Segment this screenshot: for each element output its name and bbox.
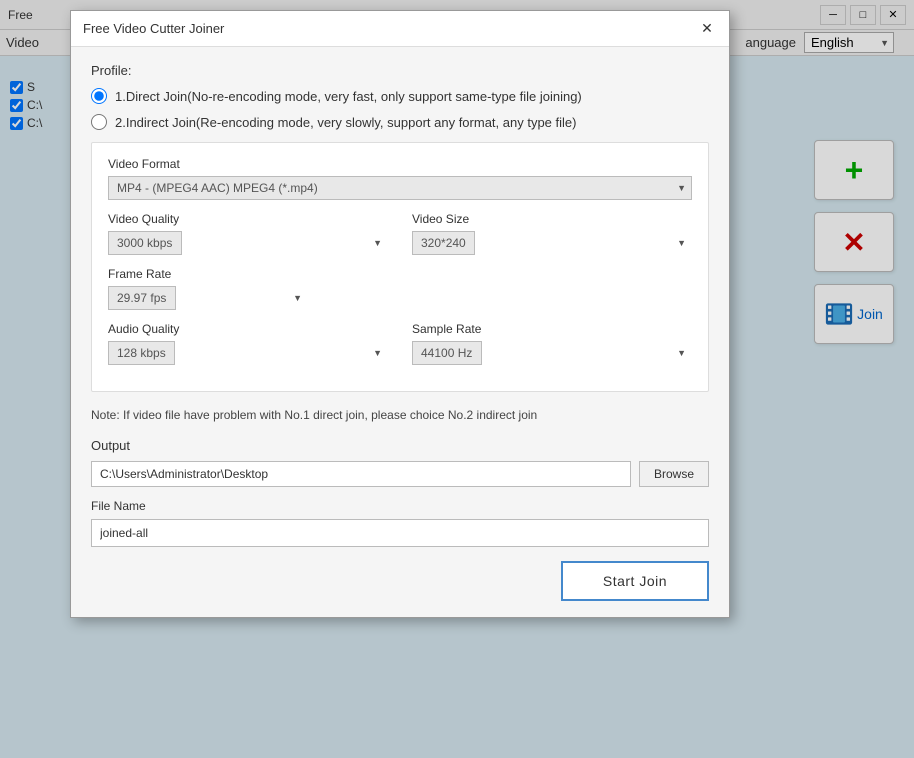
video-format-select-wrapper[interactable]: MP4 - (MPEG4 AAC) MPEG4 (*.mp4) [108, 176, 692, 200]
output-section: Output Browse File Name [91, 438, 709, 547]
output-label: Output [91, 438, 709, 453]
modal-body: Profile: 1.Direct Join(No-re-encoding mo… [71, 47, 729, 617]
profile-label: Profile: [91, 63, 709, 78]
audio-quality-label: Audio Quality [108, 322, 388, 336]
frame-rate-label: Frame Rate [108, 267, 308, 281]
radio-option-direct[interactable]: 1.Direct Join(No-re-encoding mode, very … [91, 88, 709, 104]
radio-group: 1.Direct Join(No-re-encoding mode, very … [91, 88, 709, 130]
audio-quality-select-wrapper[interactable]: 128 kbps [108, 341, 388, 365]
sample-rate-select-wrapper[interactable]: 44100 Hz [412, 341, 692, 365]
video-size-label: Video Size [412, 212, 692, 226]
sample-rate-group: Sample Rate 44100 Hz [412, 322, 692, 365]
radio-indirect-label[interactable]: 2.Indirect Join(Re-encoding mode, very s… [115, 115, 576, 130]
note-text: Note: If video file have problem with No… [91, 406, 709, 424]
video-format-select[interactable]: MP4 - (MPEG4 AAC) MPEG4 (*.mp4) [108, 176, 692, 200]
video-quality-select-wrapper[interactable]: 3000 kbps [108, 231, 388, 255]
start-join-area: Start Join [91, 561, 709, 601]
frame-rate-select[interactable]: 29.97 fps [108, 286, 176, 310]
frame-rate-group: Frame Rate 29.97 fps [108, 267, 308, 310]
file-name-input[interactable] [91, 519, 709, 547]
video-quality-label: Video Quality [108, 212, 388, 226]
start-join-button[interactable]: Start Join [561, 561, 709, 601]
video-size-select[interactable]: 320*240 [412, 231, 475, 255]
audio-quality-group: Audio Quality 128 kbps [108, 322, 388, 365]
video-quality-select[interactable]: 3000 kbps [108, 231, 182, 255]
video-size-select-wrapper[interactable]: 320*240 [412, 231, 692, 255]
modal-title: Free Video Cutter Joiner [83, 21, 697, 36]
sample-rate-select[interactable]: 44100 Hz [412, 341, 482, 365]
modal-dialog: Free Video Cutter Joiner ✕ Profile: 1.Di… [70, 10, 730, 618]
video-format-row: Video Format MP4 - (MPEG4 AAC) MPEG4 (*.… [108, 157, 692, 200]
modal-titlebar: Free Video Cutter Joiner ✕ [71, 11, 729, 47]
video-format-label: Video Format [108, 157, 692, 171]
output-path-row: Browse [91, 461, 709, 487]
radio-indirect[interactable] [91, 114, 107, 130]
video-quality-group: Video Quality 3000 kbps [108, 212, 388, 255]
radio-option-indirect[interactable]: 2.Indirect Join(Re-encoding mode, very s… [91, 114, 709, 130]
frame-rate-row: Frame Rate 29.97 fps [108, 267, 692, 310]
audio-sample-row: Audio Quality 128 kbps Sample Rate 44100… [108, 322, 692, 365]
sample-rate-label: Sample Rate [412, 322, 692, 336]
frame-rate-select-wrapper[interactable]: 29.97 fps [108, 286, 308, 310]
quality-size-row: Video Quality 3000 kbps Video Size 320*2… [108, 212, 692, 255]
video-size-group: Video Size 320*240 [412, 212, 692, 255]
file-name-label: File Name [91, 499, 709, 513]
modal-close-button[interactable]: ✕ [697, 19, 717, 39]
radio-direct-label[interactable]: 1.Direct Join(No-re-encoding mode, very … [115, 89, 582, 104]
radio-direct[interactable] [91, 88, 107, 104]
video-format-group: Video Format MP4 - (MPEG4 AAC) MPEG4 (*.… [108, 157, 692, 200]
fields-section: Video Format MP4 - (MPEG4 AAC) MPEG4 (*.… [91, 142, 709, 392]
browse-button[interactable]: Browse [639, 461, 709, 487]
output-path-input[interactable] [91, 461, 631, 487]
audio-quality-select[interactable]: 128 kbps [108, 341, 175, 365]
